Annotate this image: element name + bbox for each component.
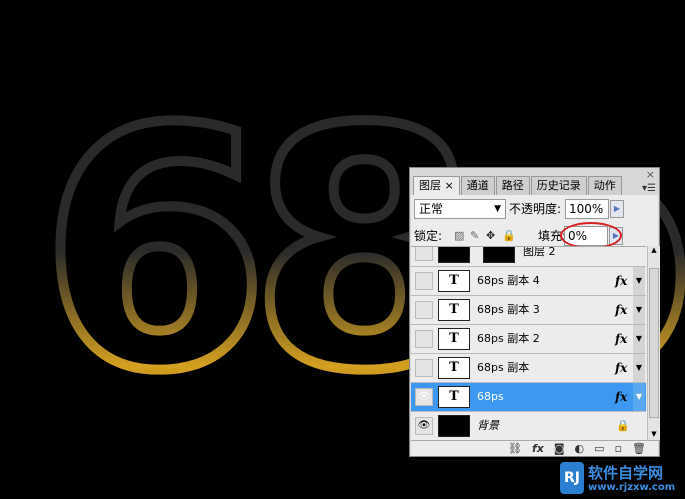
fx-icon[interactable]: fx xyxy=(615,325,627,353)
visibility-toggle[interactable] xyxy=(415,272,433,290)
visibility-toggle[interactable] xyxy=(415,247,433,261)
layer-name: 68ps 副本 2 xyxy=(477,332,540,345)
layers-list: ⛓ 图层 2 T 68ps 副本 4 fx ▼ T 68ps 副本 3 fx ▼… xyxy=(411,246,646,440)
layers-scrollbar[interactable]: ▲ ▼ xyxy=(647,246,660,440)
layer-name: 68ps 副本 4 xyxy=(477,274,540,287)
eye-icon[interactable]: 👁 xyxy=(415,417,433,435)
logo-icon: RJ xyxy=(560,462,584,494)
expand-effects-icon[interactable]: ▼ xyxy=(633,267,645,295)
lock-icon: 🔒 xyxy=(616,419,630,432)
scrollbar-thumb[interactable] xyxy=(649,268,659,418)
lock-all-icon[interactable]: 🔒 xyxy=(502,229,516,242)
tab-channels[interactable]: 通道 xyxy=(460,176,495,195)
layers-panel: × 图层 × 通道 路径 历史记录 动作 ▾☰ 正常 ▼ 不透明度: 100% ▶… xyxy=(409,167,660,457)
text-layer-thumbnail: T xyxy=(438,299,470,321)
expand-effects-icon[interactable]: ▼ xyxy=(633,383,645,411)
tab-layers[interactable]: 图层 × xyxy=(413,176,460,195)
opacity-label: 不透明度: xyxy=(509,202,562,216)
visibility-toggle[interactable] xyxy=(415,359,433,377)
watermark-title: 软件自学网 xyxy=(588,464,664,482)
text-layer-thumbnail: T xyxy=(438,386,470,408)
layer-name: 背景 xyxy=(477,419,499,432)
layer-name: 68ps xyxy=(477,390,504,403)
fx-icon[interactable]: fx xyxy=(615,354,627,382)
layer-thumbnail xyxy=(438,247,470,263)
fx-icon[interactable]: fx xyxy=(615,267,627,295)
layer-name: 68ps 副本 xyxy=(477,361,530,374)
panel-menu-icon[interactable]: ▾☰ xyxy=(642,183,656,194)
layer-row[interactable]: T 68ps 副本 4 fx ▼ xyxy=(411,267,646,296)
expand-effects-icon[interactable]: ▼ xyxy=(633,354,645,382)
text-layer-thumbnail: T xyxy=(438,328,470,350)
layer-thumbnail xyxy=(438,415,470,437)
tab-paths[interactable]: 路径 xyxy=(495,176,530,195)
layer-row[interactable]: T 68ps 副本 fx ▼ xyxy=(411,354,646,383)
panel-toolbar: ⛓ fx ◙ ◐ ▭ ▫ 🗑 xyxy=(411,440,660,457)
layer-name: 图层 2 xyxy=(523,246,556,258)
opacity-slider-button[interactable]: ▶ xyxy=(610,200,624,218)
folder-icon[interactable]: ▭ xyxy=(594,441,604,457)
watermark-logo: RJ 软件自学网 www.rjzxw.com xyxy=(560,462,682,496)
trash-icon[interactable]: 🗑 xyxy=(632,441,646,457)
opacity-input[interactable]: 100% xyxy=(565,199,609,219)
expand-effects-icon[interactable]: ▼ xyxy=(633,296,645,324)
mask-icon[interactable]: ◙ xyxy=(554,441,565,457)
visibility-toggle[interactable] xyxy=(415,330,433,348)
lock-transparent-icon[interactable]: ▨ xyxy=(454,229,464,242)
lock-image-icon[interactable]: ✎ xyxy=(470,229,479,242)
text-layer-thumbnail: T xyxy=(438,270,470,292)
fx-icon[interactable]: fx xyxy=(615,383,627,411)
adjustment-icon[interactable]: ◐ xyxy=(575,441,585,457)
tab-history[interactable]: 历史记录 xyxy=(530,176,587,195)
mask-thumbnail xyxy=(483,247,515,263)
lock-label: 锁定: xyxy=(414,229,443,243)
layer-row[interactable]: T 68ps 副本 2 fx ▼ xyxy=(411,325,646,354)
red-highlight-circle xyxy=(560,222,622,249)
eye-icon[interactable]: 👁 xyxy=(415,388,433,406)
text-layer-thumbnail: T xyxy=(438,357,470,379)
watermark-url: www.rjzxw.com xyxy=(588,482,676,493)
chevron-down-icon: ▼ xyxy=(494,204,501,214)
close-panel-button[interactable]: × xyxy=(646,168,655,181)
visibility-toggle[interactable] xyxy=(415,301,433,319)
scroll-down-icon[interactable]: ▼ xyxy=(648,430,660,438)
link-icon[interactable]: ⛓ xyxy=(508,441,522,457)
layer-row[interactable]: T 68ps 副本 3 fx ▼ xyxy=(411,296,646,325)
fx-icon[interactable]: fx xyxy=(532,441,544,457)
layer-row-selected[interactable]: 👁 T 68ps fx ▼ xyxy=(411,383,646,412)
new-layer-icon[interactable]: ▫ xyxy=(615,441,622,457)
expand-effects-icon[interactable]: ▼ xyxy=(633,325,645,353)
layer-row[interactable]: 👁 背景 🔒 xyxy=(411,412,646,440)
tab-close-icon[interactable]: × xyxy=(445,179,454,192)
layer-name: 68ps 副本 3 xyxy=(477,303,540,316)
tab-actions[interactable]: 动作 xyxy=(587,176,622,195)
blend-mode-select[interactable]: 正常 ▼ xyxy=(414,199,506,219)
layer-row[interactable]: ⛓ 图层 2 xyxy=(411,246,646,267)
scroll-up-icon[interactable]: ▲ xyxy=(648,246,660,254)
fx-icon[interactable]: fx xyxy=(615,296,627,324)
lock-position-icon[interactable]: ✥ xyxy=(486,229,495,242)
